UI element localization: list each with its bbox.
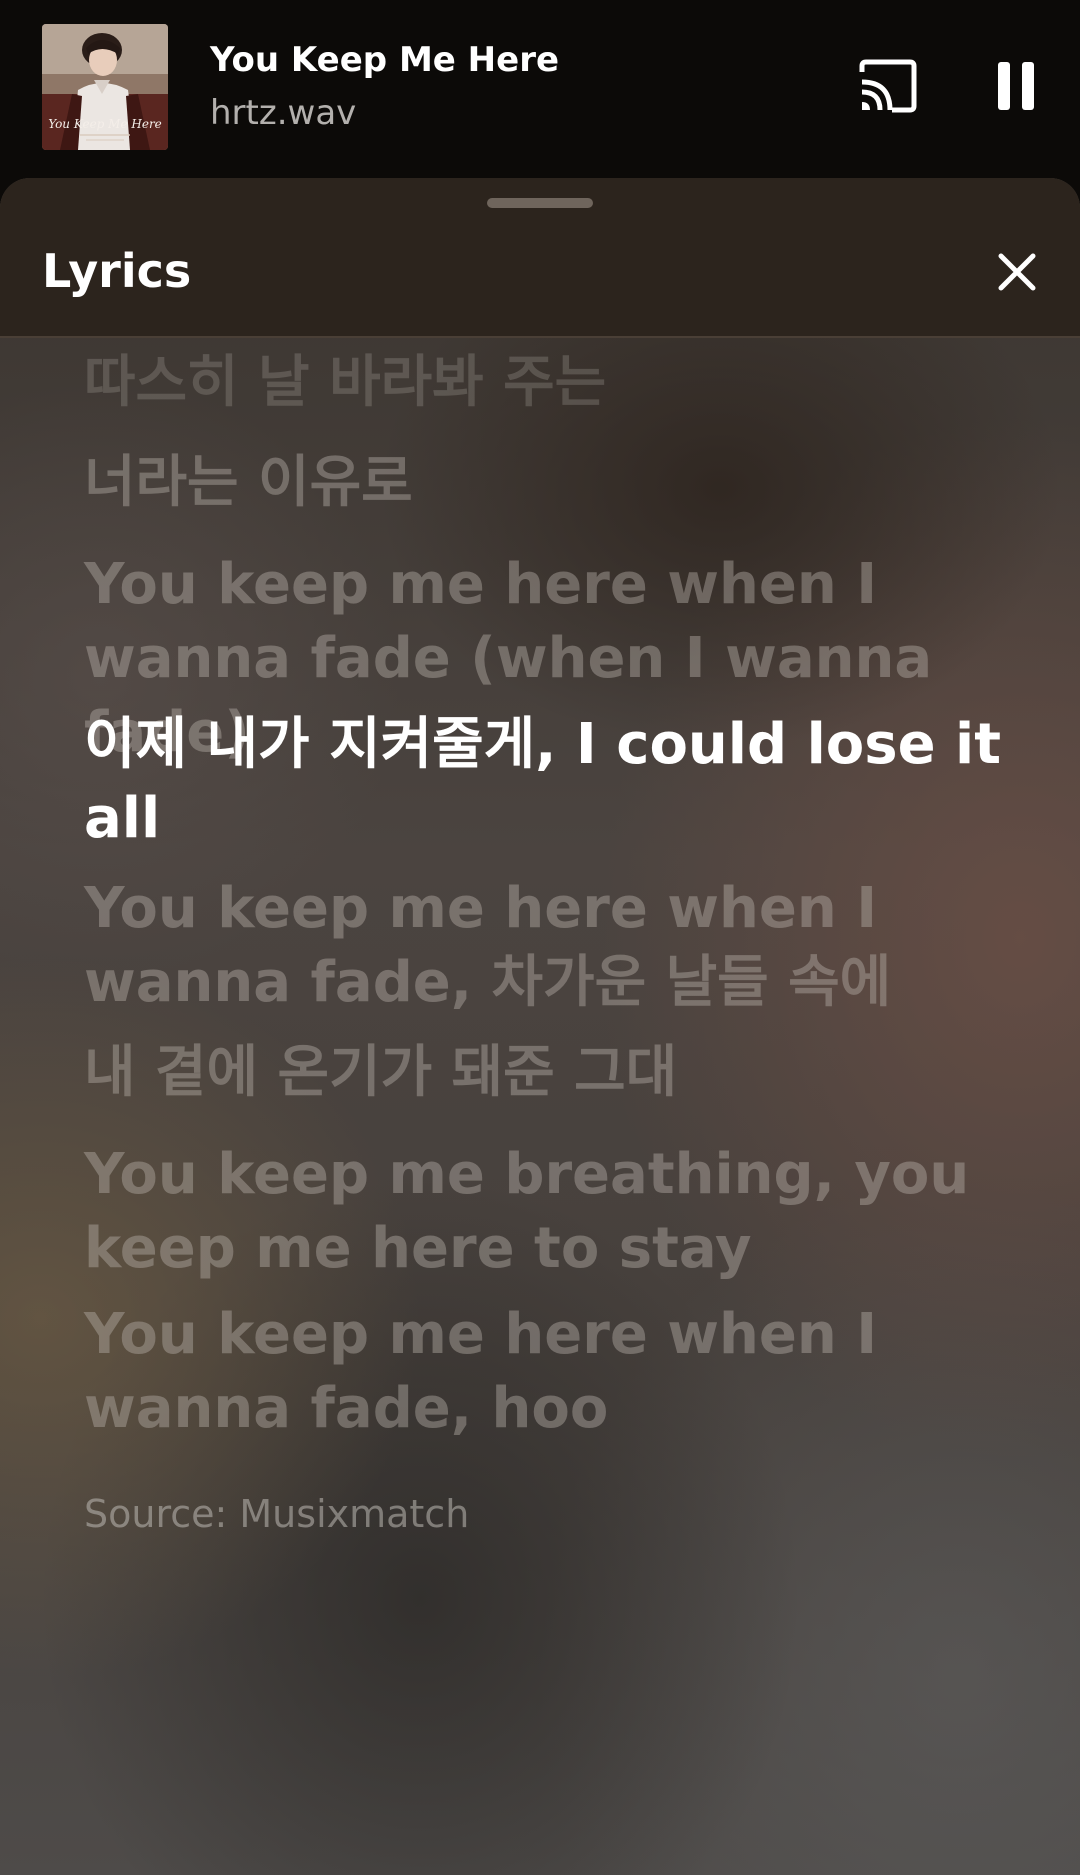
mini-player[interactable]: You Keep Me Here You Keep Me Here hrtz.w…: [0, 0, 1080, 180]
pause-button[interactable]: [992, 58, 1042, 114]
lyrics-header: Lyrics: [0, 178, 1080, 338]
lyrics-source: Source: Musixmatch: [84, 1492, 470, 1536]
close-button[interactable]: [995, 250, 1039, 294]
lyric-line-active[interactable]: 이제 내가 지켜줄게, I could lose it all: [84, 708, 1004, 856]
app-root: You Keep Me Here You Keep Me Here hrtz.w…: [0, 0, 1080, 1875]
lyric-line[interactable]: 너라는 이유로: [84, 446, 1004, 520]
lyric-line[interactable]: You keep me here when I wanna fade, hoo: [84, 1298, 1004, 1446]
track-title[interactable]: You Keep Me Here: [210, 40, 559, 80]
album-art[interactable]: You Keep Me Here: [42, 24, 168, 150]
lyric-line[interactable]: 따스히 날 바라봐 주는: [84, 346, 1004, 420]
lyrics-list[interactable]: 따스히 날 바라봐 주는 너라는 이유로 You keep me here wh…: [0, 338, 1080, 1875]
pause-icon: [998, 62, 1034, 110]
lyrics-sheet: Lyrics 따스히 날 바라봐 주는 너라는 이유로 You keep me …: [0, 178, 1080, 1875]
cast-button[interactable]: [856, 58, 920, 114]
lyric-line[interactable]: You keep me here when I wanna fade, 차가운 …: [84, 872, 1004, 1020]
lyrics-title: Lyrics: [42, 244, 192, 298]
lyric-line[interactable]: 내 곁에 온기가 돼준 그대: [84, 1036, 1004, 1110]
drag-handle[interactable]: [487, 198, 593, 208]
album-art-image: You Keep Me Here: [42, 24, 168, 150]
track-artist[interactable]: hrtz.wav: [210, 93, 356, 133]
album-art-title: You Keep Me Here: [48, 117, 162, 131]
lyric-line[interactable]: You keep me breathing, you keep me here …: [84, 1138, 1004, 1286]
cast-icon: [859, 59, 917, 113]
close-icon: [998, 253, 1036, 291]
